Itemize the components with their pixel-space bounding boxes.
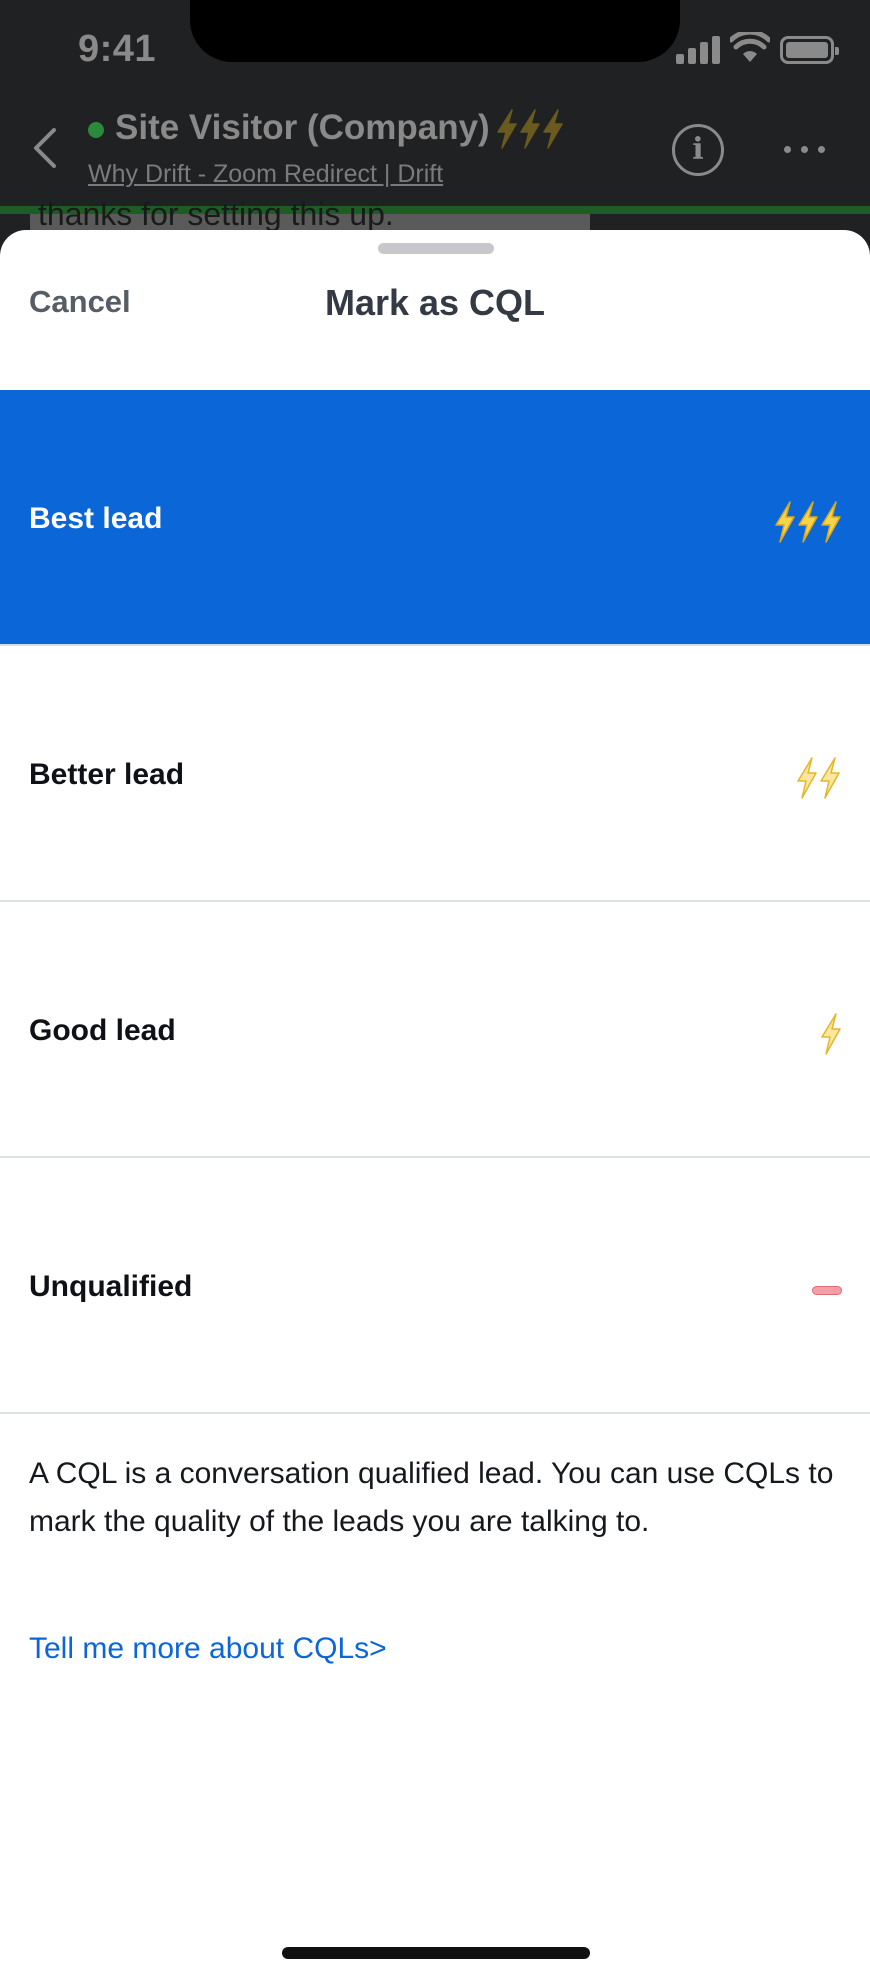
bolt-icon: [772, 500, 844, 544]
status-time: 9:41: [78, 28, 157, 70]
mark-as-cql-sheet: Mark as CQL Cancel Best lead Better lead: [0, 230, 870, 1971]
chat-message-text: thanks for setting this up.: [38, 196, 394, 232]
learn-more-link[interactable]: Tell me more about CQLs>: [29, 1632, 387, 1666]
cancel-button[interactable]: Cancel: [29, 284, 131, 320]
more-options-icon[interactable]: [780, 134, 830, 164]
bolt-icon: [818, 1012, 844, 1056]
option-better-lead[interactable]: Better lead: [0, 646, 870, 902]
visitor-name: Site Visitor (Company): [115, 108, 490, 147]
online-status-dot: [88, 122, 104, 138]
cellular-signal-icon: [676, 36, 720, 64]
sheet-grabber[interactable]: [378, 243, 494, 254]
wifi-icon: [730, 32, 770, 62]
option-label: Unqualified: [29, 1270, 193, 1303]
bolt-icon: [794, 756, 844, 800]
option-label: Best lead: [29, 502, 163, 535]
conversation-screen-background: 9:41 Site Visitor (Company) Why Drift - …: [0, 0, 870, 260]
option-good-lead[interactable]: Good lead: [0, 902, 870, 1158]
dash-icon: [812, 1286, 842, 1295]
page-link[interactable]: Why Drift - Zoom Redirect | Drift: [88, 160, 443, 189]
back-chevron-icon[interactable]: [30, 128, 58, 168]
cql-description: A CQL is a conversation qualified lead. …: [29, 1457, 834, 1538]
bolt-icon: [497, 109, 563, 149]
battery-icon: [780, 36, 839, 64]
option-label: Good lead: [29, 1014, 176, 1047]
option-label: Better lead: [29, 758, 185, 791]
info-icon[interactable]: i: [672, 124, 724, 176]
home-indicator[interactable]: [282, 1947, 590, 1959]
status-bar: 9:41: [0, 0, 870, 100]
option-best-lead[interactable]: Best lead: [0, 390, 870, 646]
option-unqualified[interactable]: Unqualified: [0, 1158, 870, 1414]
device-notch: [190, 0, 680, 62]
